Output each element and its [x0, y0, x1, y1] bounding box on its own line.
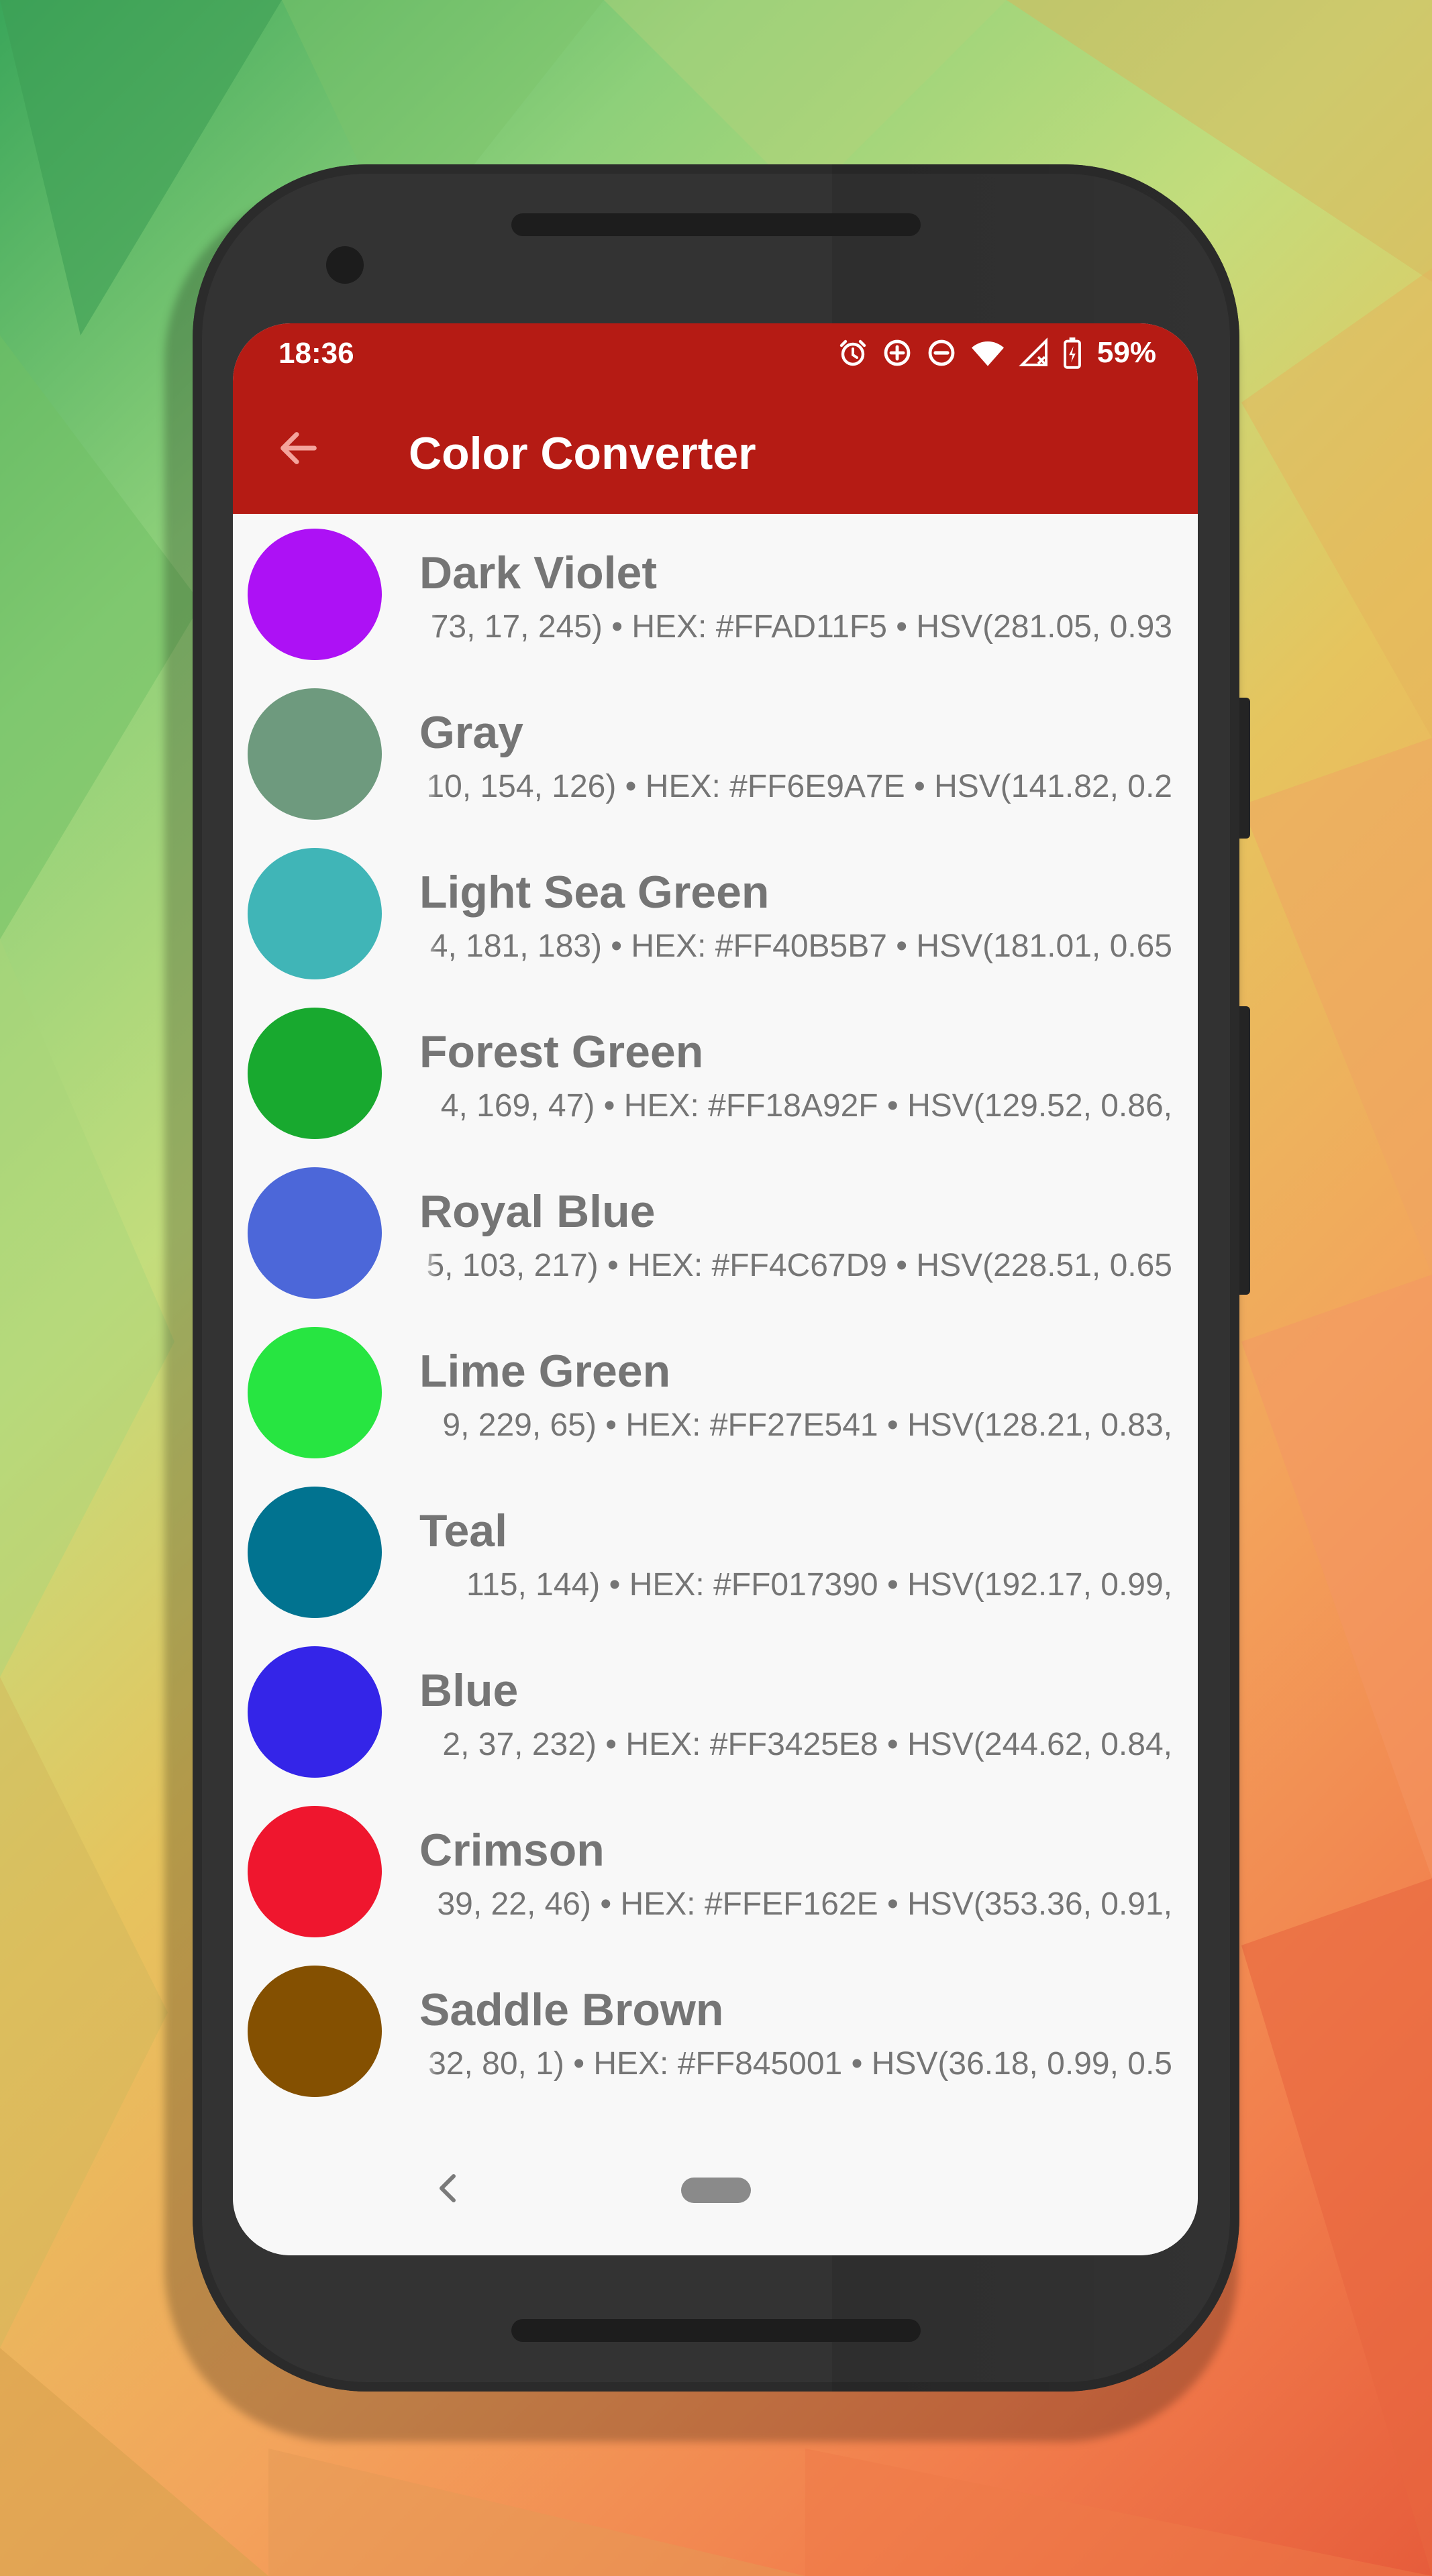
list-item[interactable]: Light Sea Green 4, 181, 183) • HEX: #FF4…: [233, 833, 1198, 993]
list-item[interactable]: Dark Violet 73, 17, 245) • HEX: #FFAD11F…: [233, 514, 1198, 674]
front-camera: [326, 246, 364, 284]
color-name: Dark Violet: [419, 547, 658, 598]
color-values: 73, 17, 245) • HEX: #FFAD11F5 • HSV(281.…: [419, 608, 1172, 648]
color-values: 10, 154, 126) • HEX: #FF6E9A7E • HSV(141…: [419, 767, 1172, 808]
color-swatch: [248, 848, 382, 979]
list-item[interactable]: Crimson 39, 22, 46) • HEX: #FFEF162E • H…: [233, 1791, 1198, 1951]
color-name: Royal Blue: [419, 1186, 656, 1237]
speaker-grille-top: [511, 213, 921, 236]
list-item[interactable]: Saddle Brown 32, 80, 1) • HEX: #FF845001…: [233, 1951, 1198, 2110]
color-name: Gray: [419, 707, 523, 758]
color-values: 5, 103, 217) • HEX: #FF4C67D9 • HSV(228.…: [419, 1246, 1172, 1287]
color-name: Saddle Brown: [419, 1984, 724, 2035]
color-values: 39, 22, 46) • HEX: #FFEF162E • HSV(353.3…: [419, 1885, 1172, 1925]
color-values: 4, 181, 183) • HEX: #FF40B5B7 • HSV(181.…: [419, 927, 1172, 967]
status-time: 18:36: [278, 337, 354, 370]
do-not-disturb-icon: [925, 337, 958, 369]
color-swatch: [248, 1327, 382, 1458]
color-name: Teal: [419, 1505, 508, 1556]
list-item[interactable]: Royal Blue 5, 103, 217) • HEX: #FF4C67D9…: [233, 1152, 1198, 1312]
home-pill-icon[interactable]: [681, 2178, 751, 2203]
color-swatch: [248, 529, 382, 660]
power-button: [1239, 698, 1250, 839]
status-icons: 59%: [837, 334, 1156, 372]
color-swatch: [248, 1487, 382, 1618]
nav-back-icon: [440, 2174, 456, 2202]
list-item[interactable]: Teal 115, 144) • HEX: #FF017390 • HSV(19…: [233, 1472, 1198, 1631]
color-values: 4, 169, 47) • HEX: #FF18A92F • HSV(129.5…: [419, 1087, 1172, 1127]
color-swatch: [248, 688, 382, 820]
battery-percent: 59%: [1096, 336, 1156, 369]
color-name: Lime Green: [419, 1346, 671, 1397]
speaker-grille-bottom: [511, 2319, 921, 2342]
color-name: Crimson: [419, 1825, 605, 1876]
color-values: 115, 144) • HEX: #FF017390 • HSV(192.17,…: [419, 1566, 1172, 1606]
page-title: Color Converter: [409, 428, 756, 479]
volume-button: [1239, 1006, 1250, 1295]
list-item[interactable]: Forest Green 4, 169, 47) • HEX: #FF18A92…: [233, 993, 1198, 1152]
color-values: 9, 229, 65) • HEX: #FF27E541 • HSV(128.2…: [419, 1406, 1172, 1446]
color-list[interactable]: Dark Violet 73, 17, 245) • HEX: #FFAD11F…: [233, 514, 1198, 2124]
color-swatch: [248, 1806, 382, 1937]
color-name: Forest Green: [419, 1026, 704, 1077]
color-swatch: [248, 1008, 382, 1139]
list-item[interactable]: Blue 2, 37, 232) • HEX: #FF3425E8 • HSV(…: [233, 1631, 1198, 1791]
status-bar: 18:36 59%: [233, 323, 1198, 382]
data-saver-icon: [881, 337, 913, 369]
color-name: Light Sea Green: [419, 867, 770, 918]
color-values: 2, 37, 232) • HEX: #FF3425E8 • HSV(244.6…: [419, 1725, 1172, 1766]
nav-back-button[interactable]: [427, 2168, 468, 2208]
color-name: Blue: [419, 1665, 519, 1716]
phone-screen: 18:36 59% Color Converter Dark Violet 73…: [233, 323, 1198, 2255]
list-item[interactable]: Gray 10, 154, 126) • HEX: #FF6E9A7E • HS…: [233, 674, 1198, 833]
list-item[interactable]: Lime Green 9, 229, 65) • HEX: #FF27E541 …: [233, 1312, 1198, 1472]
alarm-icon: [837, 337, 869, 369]
wifi-icon: [970, 337, 1006, 369]
arrow-back-icon: [280, 432, 317, 464]
color-swatch: [248, 1167, 382, 1299]
battery-charging-icon: [1062, 337, 1082, 369]
app-toolbar: Color Converter: [233, 382, 1198, 514]
color-values: 32, 80, 1) • HEX: #FF845001 • HSV(36.18,…: [419, 2045, 1172, 2085]
list-item[interactable]: [233, 2110, 1198, 2124]
color-swatch: [248, 1966, 382, 2097]
back-button[interactable]: [265, 415, 332, 482]
signal-icon: [1018, 337, 1050, 369]
system-nav-bar: [233, 2125, 1198, 2255]
color-swatch: [248, 1646, 382, 1778]
